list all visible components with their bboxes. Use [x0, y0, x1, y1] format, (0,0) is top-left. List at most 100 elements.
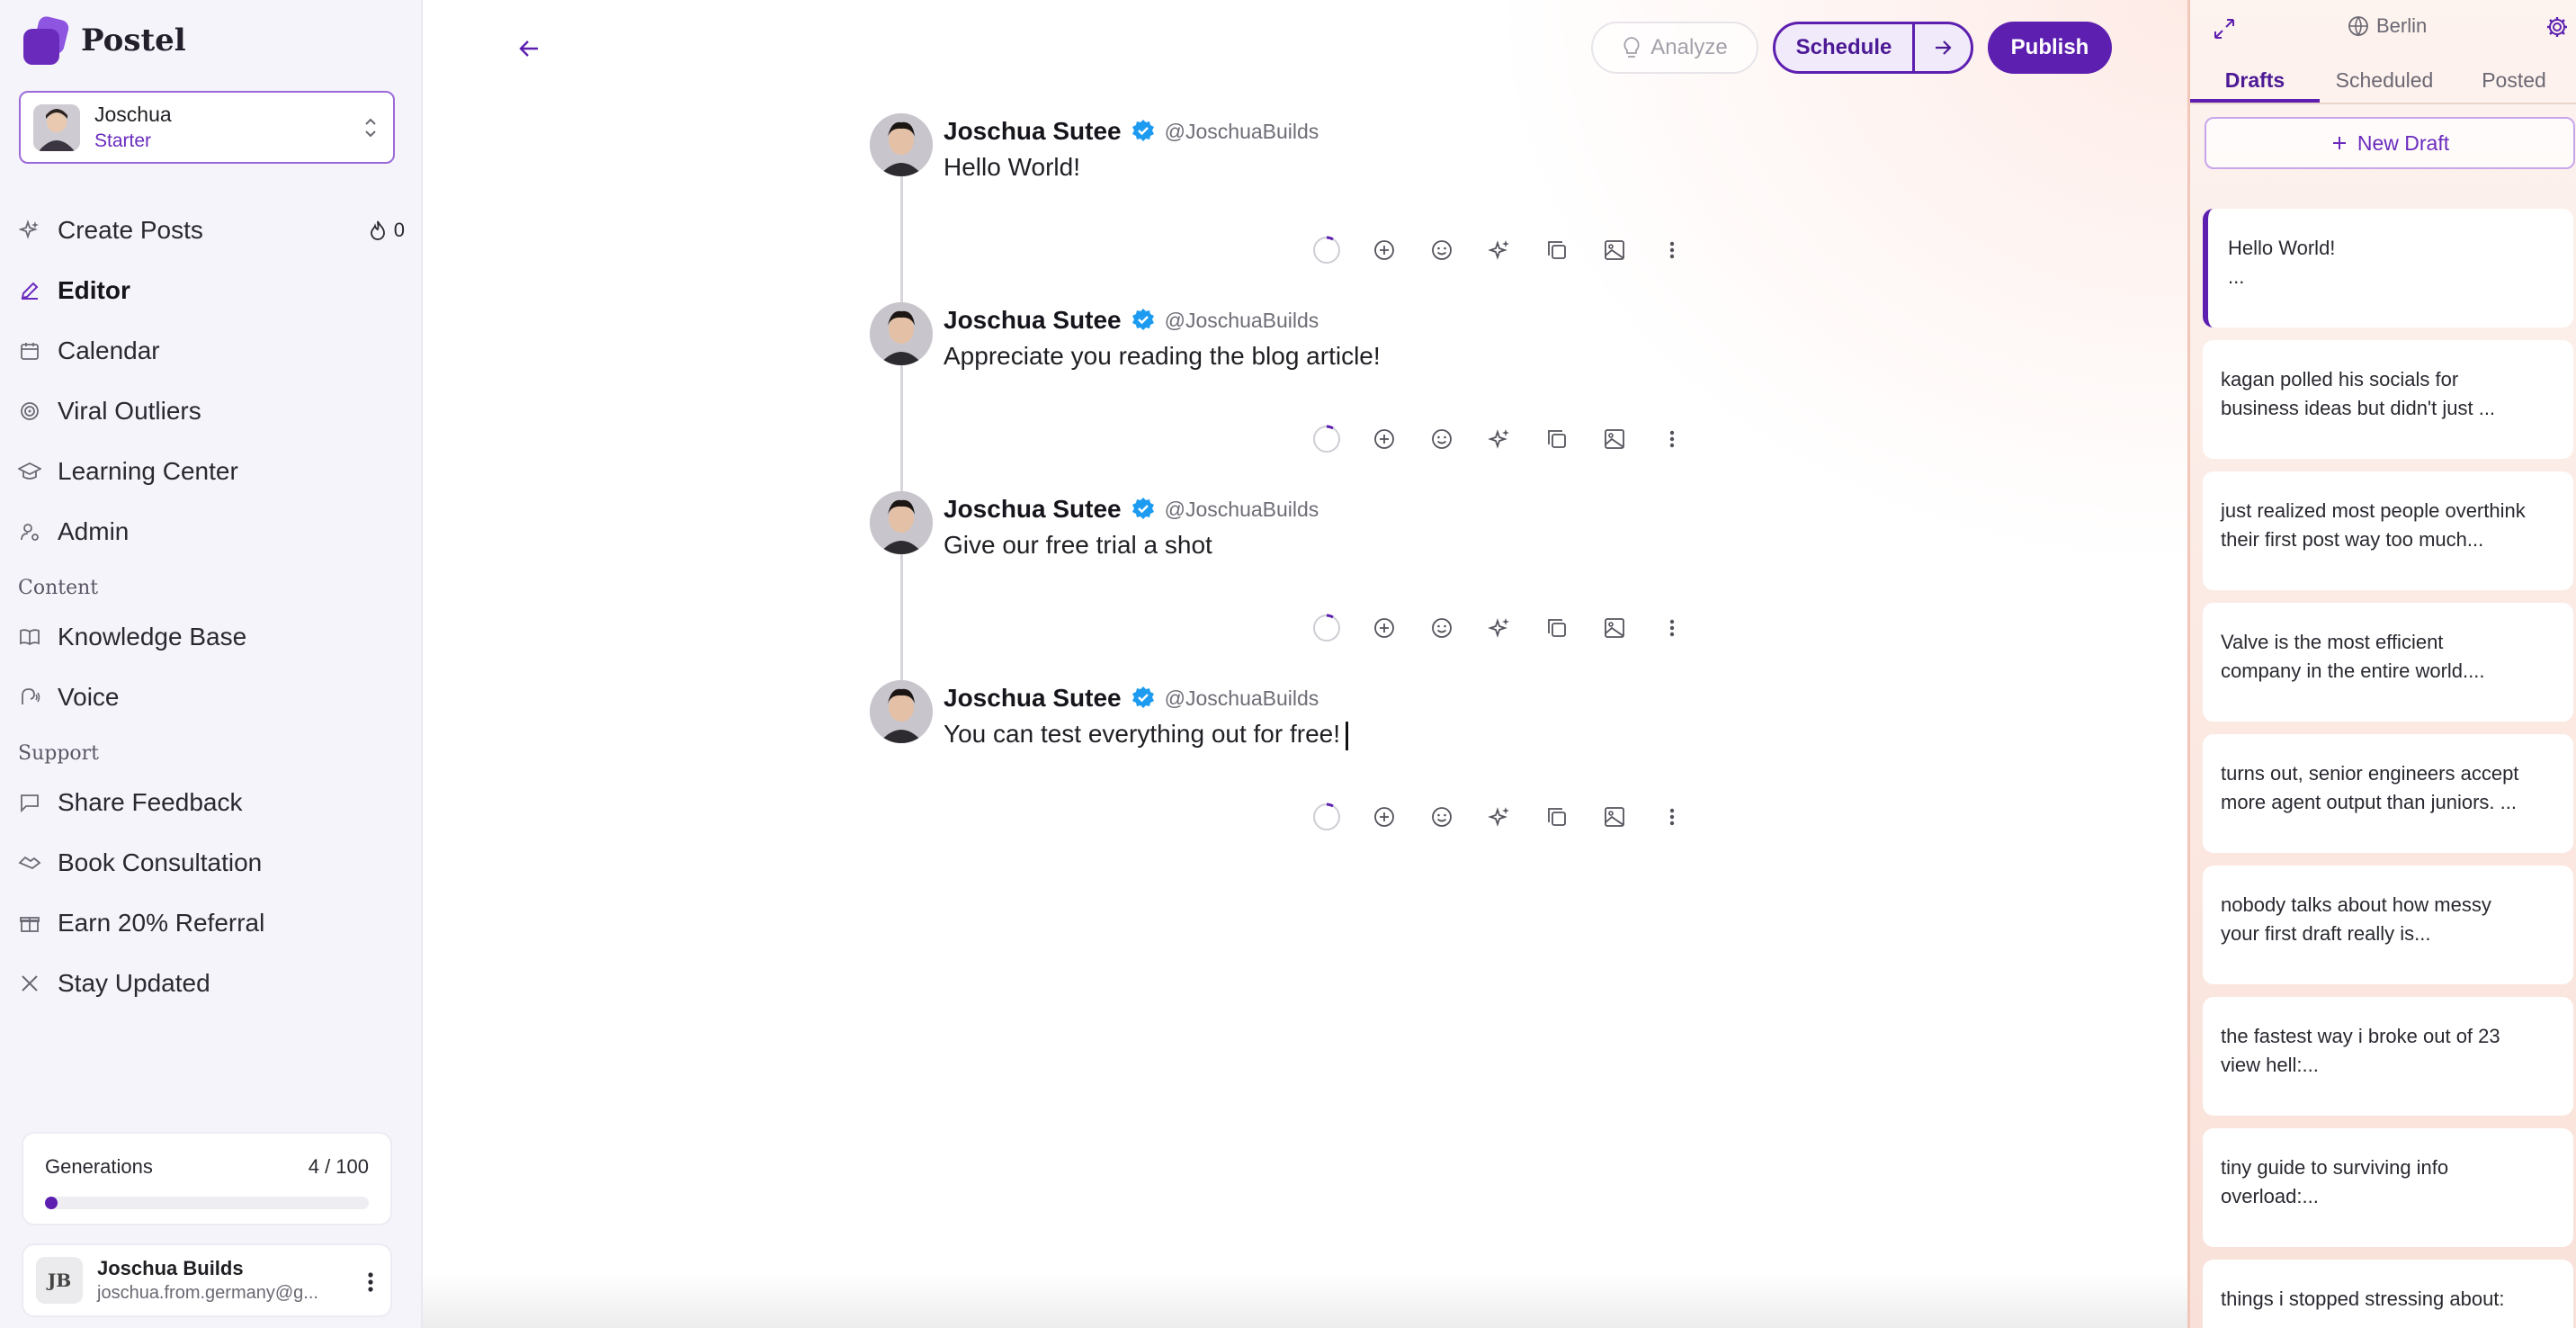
- drafts-panel: Berlin Drafts Scheduled Posted New Draft…: [2187, 0, 2576, 1328]
- draft-card[interactable]: the fastest way i broke out of 23 view he…: [2203, 997, 2573, 1116]
- author-name: Joschua Sutee: [944, 117, 1122, 145]
- draft-line-2: their first post way too much...: [2221, 528, 2484, 551]
- progress-ring-button[interactable]: [1298, 801, 1355, 837]
- ai-sparkle-button[interactable]: [1471, 612, 1528, 648]
- schedule-button-group: Schedule: [1773, 22, 1973, 74]
- verified-badge-icon: [1131, 686, 1154, 708]
- analyze-button[interactable]: Analyze: [1591, 22, 1758, 74]
- message-square-icon: [18, 791, 41, 814]
- copy-button[interactable]: [1528, 801, 1586, 837]
- tab-drafts[interactable]: Drafts: [2190, 65, 2320, 103]
- back-arrow-icon[interactable]: [513, 32, 545, 65]
- nav-stay-updated[interactable]: Stay Updated: [18, 953, 405, 1013]
- ai-sparkle-icon: [1488, 238, 1511, 266]
- author-name: Joschua Sutee: [944, 306, 1122, 334]
- more-vertical-button[interactable]: [1643, 234, 1701, 270]
- thread-post[interactable]: Joschua Sutee @JoschuaBuilds Give our free…: [870, 491, 1679, 680]
- thread-post[interactable]: Joschua Sutee @JoschuaBuilds Hello World!: [870, 113, 1679, 302]
- timezone-selector[interactable]: Berlin: [2348, 14, 2427, 38]
- gear-icon[interactable]: [2545, 14, 2570, 40]
- new-draft-button[interactable]: New Draft: [2205, 117, 2575, 169]
- account-switcher[interactable]: Joschua Starter: [19, 91, 395, 164]
- copy-button[interactable]: [1528, 423, 1586, 459]
- ai-sparkle-button[interactable]: [1471, 234, 1528, 270]
- progress-ring-icon: [1311, 235, 1342, 270]
- more-vertical-icon: [1668, 805, 1677, 833]
- emoji-button[interactable]: [1413, 423, 1471, 459]
- image-button[interactable]: [1586, 612, 1643, 648]
- nav-learning-center[interactable]: Learning Center: [18, 441, 405, 501]
- user-profile-card[interactable]: JB Joschua Builds joschua.from.germany@g…: [22, 1243, 392, 1317]
- bottom-fade: [423, 1274, 2187, 1328]
- copy-button[interactable]: [1528, 612, 1586, 648]
- draft-card[interactable]: Hello World!...: [2203, 209, 2573, 328]
- more-vertical-button[interactable]: [1643, 612, 1701, 648]
- expand-icon[interactable]: [2212, 16, 2237, 41]
- tab-scheduled[interactable]: Scheduled: [2320, 65, 2449, 103]
- author-name: Joschua Sutee: [944, 684, 1122, 712]
- progress-ring-button[interactable]: [1298, 234, 1355, 270]
- emoji-button[interactable]: [1413, 234, 1471, 270]
- nav-label: Learning Center: [58, 456, 238, 485]
- emoji-button[interactable]: [1413, 801, 1471, 837]
- publish-button[interactable]: Publish: [1988, 22, 2112, 74]
- progress-ring-button[interactable]: [1298, 423, 1355, 459]
- draft-card[interactable]: turns out, senior engineers accept more a…: [2203, 734, 2573, 853]
- add-circle-button[interactable]: [1355, 612, 1413, 648]
- nav-knowledge-base[interactable]: Knowledge Base: [18, 606, 405, 667]
- add-circle-button[interactable]: [1355, 801, 1413, 837]
- post-text-editor[interactable]: You can test everything out for free!: [944, 720, 1349, 750]
- author-avatar: [870, 491, 933, 554]
- post-text-editor[interactable]: Hello World!: [944, 153, 1080, 182]
- schedule-button[interactable]: Schedule: [1775, 24, 1915, 71]
- draft-card[interactable]: nobody talks about how messy your first d…: [2203, 866, 2573, 984]
- brand-name: Postel: [81, 22, 186, 58]
- draft-card[interactable]: things i stopped stressing about:: [2203, 1260, 2573, 1328]
- image-icon: [1603, 616, 1626, 644]
- draft-card[interactable]: Valve is the most efficient company in th…: [2203, 603, 2573, 722]
- author-avatar: [870, 302, 933, 365]
- nav-admin[interactable]: Admin: [18, 501, 405, 561]
- post-text-editor[interactable]: Give our free trial a shot: [944, 531, 1212, 560]
- copy-button[interactable]: [1528, 234, 1586, 270]
- emoji-button[interactable]: [1413, 612, 1471, 648]
- more-vertical-button[interactable]: [1643, 423, 1701, 459]
- generations-label: Generations: [45, 1155, 153, 1178]
- tab-posted[interactable]: Posted: [2449, 65, 2576, 103]
- more-vertical-button[interactable]: [1643, 801, 1701, 837]
- thread-post[interactable]: Joschua Sutee @JoschuaBuilds You can test …: [870, 680, 1679, 869]
- nav-editor[interactable]: Editor: [18, 260, 405, 320]
- more-vertical-icon[interactable]: [367, 1269, 374, 1296]
- nav-viral-outliers[interactable]: Viral Outliers: [18, 381, 405, 441]
- sidebar: Postel Joschua Starter Create Posts 0 Ed…: [0, 0, 423, 1328]
- more-vertical-icon: [1668, 616, 1677, 644]
- image-button[interactable]: [1586, 801, 1643, 837]
- generations-progress-fill: [45, 1197, 58, 1209]
- nav-book-consultation[interactable]: Book Consultation: [18, 832, 405, 893]
- add-circle-button[interactable]: [1355, 234, 1413, 270]
- ai-sparkle-button[interactable]: [1471, 801, 1528, 837]
- post-text-editor[interactable]: Appreciate you reading the blog article!: [944, 342, 1381, 371]
- main-nav: Create Posts 0 Editor Calendar Viral Out…: [18, 200, 405, 1013]
- progress-ring-button[interactable]: [1298, 612, 1355, 648]
- draft-card[interactable]: just realized most people overthink their…: [2203, 471, 2573, 590]
- nav-label: Create Posts: [58, 215, 203, 244]
- nav-voice[interactable]: Voice: [18, 667, 405, 727]
- add-circle-button[interactable]: [1355, 423, 1413, 459]
- thread-post[interactable]: Joschua Sutee @JoschuaBuilds Appreciate yo…: [870, 302, 1679, 491]
- nav-earn-referral[interactable]: Earn 20% Referral: [18, 893, 405, 953]
- nav-calendar[interactable]: Calendar: [18, 320, 405, 381]
- draft-line-1: turns out, senior engineers accept: [2221, 762, 2519, 785]
- brand[interactable]: Postel: [20, 14, 186, 65]
- post-thread: Joschua Sutee @JoschuaBuilds Hello World! J…: [870, 113, 1679, 869]
- image-button[interactable]: [1586, 423, 1643, 459]
- nav-create-posts[interactable]: Create Posts 0: [18, 200, 405, 260]
- nav-share-feedback[interactable]: Share Feedback: [18, 772, 405, 832]
- draft-card[interactable]: tiny guide to surviving info overload:...: [2203, 1128, 2573, 1247]
- draft-card[interactable]: kagan polled his socials for business ide…: [2203, 340, 2573, 459]
- verified-badge-icon: [1131, 120, 1154, 141]
- ai-sparkle-button[interactable]: [1471, 423, 1528, 459]
- image-button[interactable]: [1586, 234, 1643, 270]
- nav-label: Admin: [58, 516, 130, 545]
- schedule-next-button[interactable]: [1915, 24, 1971, 71]
